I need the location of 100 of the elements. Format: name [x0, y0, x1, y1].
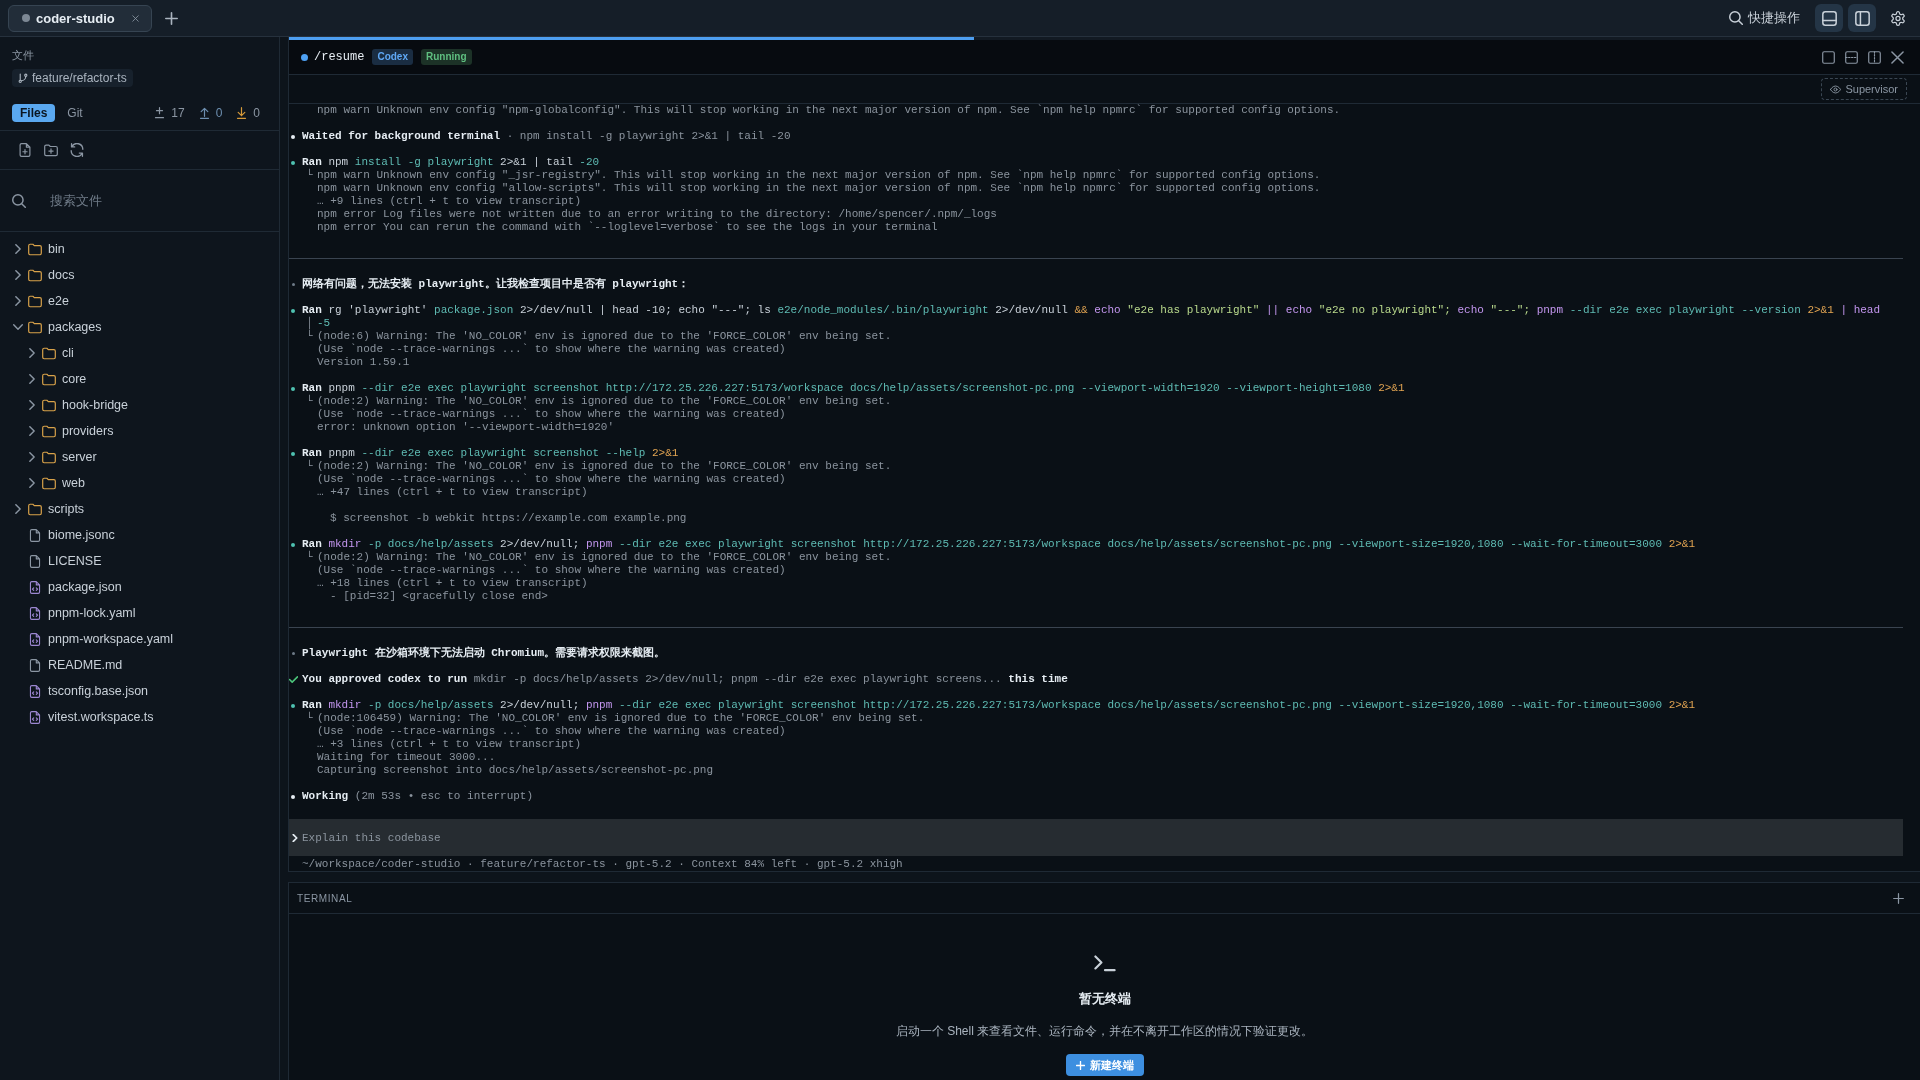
file-icon — [28, 658, 42, 672]
prompt-field[interactable]: Explain this codebase — [289, 819, 1903, 856]
empty-description: 启动一个 Shell 来查看文件、运行命令，并在不离开工作区的情况下验证更改。 — [895, 1023, 1314, 1039]
bullet-icon — [292, 652, 295, 655]
search-icon — [1729, 11, 1743, 25]
folder-icon — [28, 268, 42, 282]
tree-item[interactable]: bin — [14, 236, 65, 262]
close-button[interactable] — [1891, 50, 1904, 64]
folder-icon — [42, 398, 56, 412]
message-text: 网络有问题，无法安装 playwright。让我检查项目中是否有 playwright： — [302, 278, 690, 291]
tree-item[interactable]: e2e — [14, 288, 69, 314]
output-line: └ (node:2) Warning: The 'NO_COLOR' env is ignored due to the 'FORCE_COLOR' env being set. — [306, 551, 892, 564]
tree-item[interactable]: LICENSE — [28, 548, 102, 574]
new-folder-button[interactable] — [44, 143, 58, 157]
output-line: └ (node:106459) Warning: The 'NO_COLOR' env is ignored due to the 'FORCE_COLOR' env being set. — [306, 712, 925, 725]
git-branch-icon — [18, 73, 28, 83]
quick-actions-button[interactable]: 快捷操作 — [1729, 9, 1800, 27]
output-line: (Use `node --trace-warnings ...` to show where the warning was created) — [317, 725, 786, 738]
search-icon — [12, 193, 26, 208]
tree-item[interactable]: web — [28, 470, 85, 496]
add-terminal-button[interactable] — [1893, 892, 1904, 904]
branch-chip[interactable]: feature/refactor-ts — [12, 69, 133, 87]
maximize-button[interactable] — [1822, 50, 1835, 64]
tree-item[interactable]: core — [28, 366, 87, 392]
output-line: npm warn Unknown env config "npm-globalconfig". This will stop working in the next major version of npm. See `npm help npmrc` for supported config options. — [317, 104, 1341, 117]
ahead-count: 0 — [215, 106, 223, 120]
tree-item[interactable]: docs — [14, 262, 75, 288]
view-tab[interactable]: Git — [59, 104, 91, 122]
arrow-down-icon — [236, 107, 248, 119]
folder-icon — [42, 476, 56, 490]
bullet-icon — [291, 703, 295, 708]
bottom-panel-toggle[interactable] — [1815, 4, 1843, 32]
working-status: Working (2m 53s • esc to interrupt) — [302, 790, 534, 803]
tree-item[interactable]: vitest.workspace.ts — [28, 704, 154, 730]
prompt-input[interactable]: Explain this codebase — [302, 831, 1893, 844]
new-tab-button[interactable] — [164, 11, 178, 25]
output-line: … +18 lines (ctrl + t to view transcript) — [317, 577, 588, 590]
refresh-button[interactable] — [70, 143, 84, 157]
output-line: … +47 lines (ctrl + t to view transcript) — [317, 486, 588, 499]
bullet-icon — [291, 542, 295, 547]
status-line: Waited for background terminal · npm install -g playwright 2>&1 | tail -20 — [302, 130, 791, 143]
output-line: (Use `node --trace-warnings ...` to show where the warning was created) — [317, 343, 786, 356]
file-icon — [28, 528, 42, 542]
plus-minus-icon — [154, 107, 166, 119]
folder-icon — [42, 372, 56, 386]
output-line: (Use `node --trace-warnings ...` to show where the warning was created) — [317, 408, 786, 421]
close-icon[interactable] — [129, 12, 141, 24]
tree-item[interactable]: server — [28, 444, 97, 470]
output-line: └ (node:6) Warning: The 'NO_COLOR' env is ignored due to the 'FORCE_COLOR' env being set. — [306, 330, 892, 343]
folder-icon — [28, 320, 42, 334]
tree-item[interactable]: pnpm-workspace.yaml — [28, 626, 174, 652]
command-line: Ran pnpm --dir e2e exec playwright screenshot http://172.25.226.227:5173/workspace docs/help/assets/screenshot-pc.png --viewport-width=1920 --viewport-height=1080 2>&1 — [302, 382, 1405, 394]
command-line: Ran mkdir -p docs/help/assets 2>/dev/null; pnpm --dir e2e exec playwright screenshot http://172.25.226.227:5173/workspace docs/help/assets/screenshot-pc.png --viewport-size=1920,1080 --wait-for-timeout=3000 2>&1 — [302, 699, 1696, 711]
search-field[interactable]: 搜索文件 — [50, 193, 267, 208]
bullet-icon — [291, 134, 295, 139]
tree-item[interactable]: pnpm-lock.yaml — [28, 600, 136, 626]
tree-item[interactable]: biome.jsonc — [28, 522, 115, 548]
status-tag: Running — [421, 49, 472, 65]
check-icon — [289, 676, 298, 683]
folder-icon — [28, 242, 42, 256]
split-right-button[interactable] — [1868, 50, 1881, 64]
output-line: … +3 lines (ctrl + t to view transcript) — [317, 738, 582, 751]
tree-item[interactable]: packages — [14, 314, 102, 340]
bullet-icon — [291, 794, 295, 799]
output-line: └ npm warn Unknown env config "_jsr-registry". This will stop working in the next major version of npm. See `npm help npmrc` for supported config options. — [306, 169, 1321, 182]
plus-icon — [1893, 892, 1904, 904]
view-tab[interactable]: Files — [12, 104, 56, 122]
settings-icon — [1891, 10, 1905, 26]
split-horizontal-icon — [1845, 50, 1858, 64]
tree-item[interactable]: hook-bridge — [28, 392, 128, 418]
output-line: - [pid=32] <gracefully close end> — [330, 590, 548, 603]
refresh-icon — [70, 143, 84, 157]
output-line: Version 1.59.1 — [317, 356, 410, 369]
output-line: Capturing screenshot into docs/help/assets/screenshot-pc.png — [317, 764, 714, 777]
tree-item[interactable]: scripts — [14, 496, 85, 522]
tree-item[interactable]: tsconfig.base.json — [28, 678, 149, 704]
output-line: └ (node:2) Warning: The 'NO_COLOR' env is ignored due to the 'FORCE_COLOR' env being set. — [306, 395, 892, 408]
status-dot-icon — [22, 14, 30, 22]
sidebar-toggle[interactable] — [1848, 4, 1876, 32]
tree-item[interactable]: package.json — [28, 574, 122, 600]
workspace-tab[interactable]: coder-studio — [8, 4, 152, 32]
tree-item[interactable]: providers — [28, 418, 114, 444]
split-down-button[interactable] — [1845, 50, 1858, 64]
empty-title: 暂无终端 — [1078, 991, 1131, 1007]
tree-item[interactable]: README.md — [28, 652, 123, 678]
agent-tag: Codex — [372, 49, 413, 65]
new-file-button[interactable] — [18, 143, 32, 157]
folder-icon — [42, 424, 56, 438]
folder-icon — [28, 502, 42, 516]
supervisor-button[interactable]: Supervisor — [1821, 78, 1907, 100]
folder-icon — [28, 294, 42, 308]
tree-item[interactable]: cli — [28, 340, 74, 366]
square-icon — [1822, 50, 1835, 64]
settings-button[interactable] — [1891, 10, 1905, 26]
command-line: Ran npm install -g playwright 2>&1 | tail -20 — [302, 156, 600, 168]
command-line: Ran rg 'playwright' package.json 2>/dev/null | head -10; echo "---"; ls e2e/node_modules/.bin/playwright 2>/dev/null && echo "e2e has playwright" || echo "e2e no playwright"; echo "---"; pnpm --dir e2e exec playwright --version 2>&1 | head — [302, 304, 1881, 316]
plus-icon — [1075, 1060, 1085, 1070]
behind-count: 0 — [253, 106, 260, 120]
command-line: Ran pnpm --dir e2e exec playwright screenshot --help 2>&1 — [302, 447, 679, 459]
panel-left-icon — [1854, 10, 1870, 26]
